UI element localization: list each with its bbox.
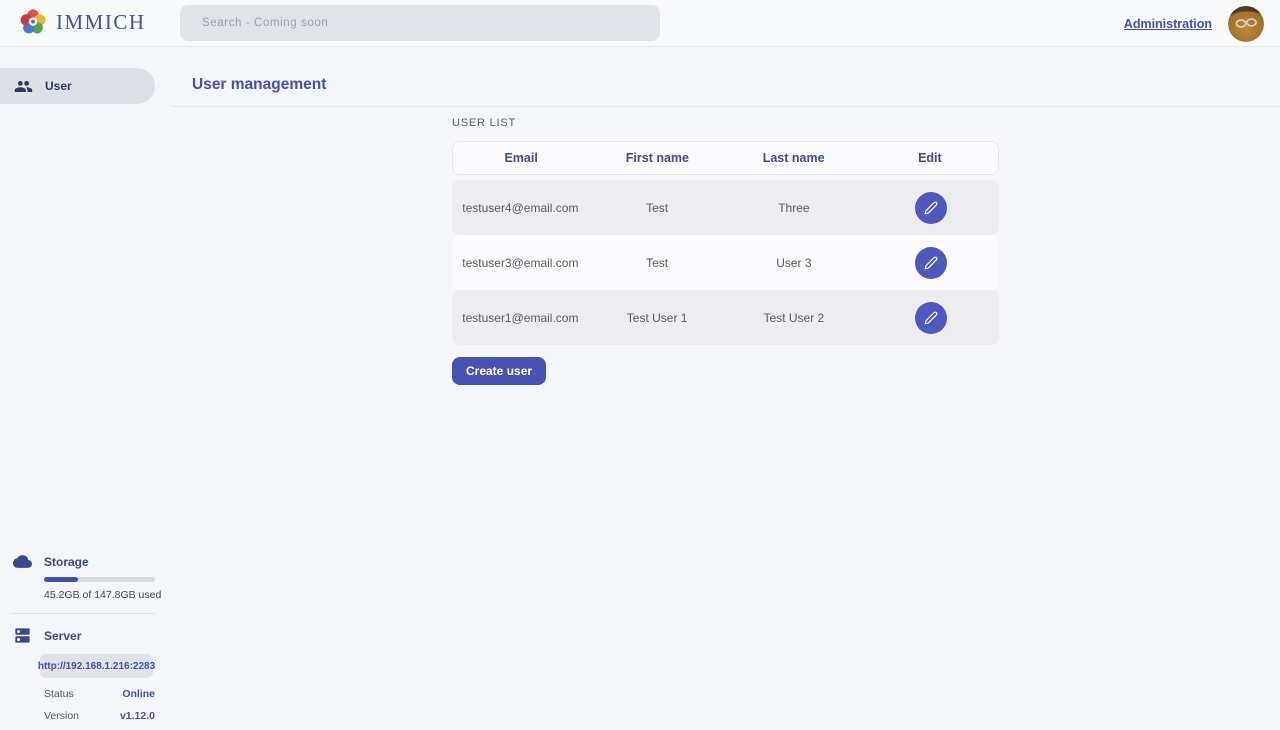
status-badge: Online — [122, 688, 155, 700]
users-icon — [14, 77, 33, 96]
topbar-right-group: Administration — [1124, 0, 1264, 47]
edit-user-button[interactable] — [915, 247, 947, 279]
storage-progress-bar — [44, 577, 155, 582]
sidebar-item-user-label: User — [45, 79, 72, 93]
sidebar-divider — [10, 613, 155, 614]
column-header-first-name: First name — [589, 151, 725, 165]
user-list-label: USER LIST — [452, 117, 516, 129]
server-section-header: Server — [0, 626, 170, 645]
version-label: Version — [44, 710, 79, 722]
cell-first-name: Test — [589, 256, 726, 270]
cell-last-name: Test User 2 — [726, 311, 863, 325]
column-header-email: Email — [453, 151, 589, 165]
immich-admin-screen: IMMICH Administration — [0, 0, 1280, 730]
storage-usage-text: 45.2GB of 147.8GB used — [44, 589, 170, 601]
storage-progress-fill — [44, 577, 78, 582]
page-title: User management — [192, 76, 326, 94]
title-divider — [171, 106, 1280, 107]
table-row: testuser3@email.com Test User 3 — [452, 235, 999, 290]
user-table-header: Email First name Last name Edit — [452, 141, 999, 175]
cell-first-name: Test — [589, 201, 726, 215]
immich-logo[interactable]: IMMICH — [18, 7, 146, 37]
pencil-icon — [924, 201, 938, 215]
cloud-icon — [13, 552, 32, 571]
cell-email: testuser1@email.com — [452, 311, 589, 325]
server-url-chip: http://192.168.1.216:2283 — [40, 654, 153, 678]
server-version-row: Version v1.12.0 — [44, 710, 155, 722]
column-header-last-name: Last name — [726, 151, 862, 165]
sidebar-item-user[interactable]: User — [0, 68, 155, 104]
server-status-row: Status Online — [44, 688, 155, 700]
search-input[interactable] — [180, 5, 660, 41]
edit-user-button[interactable] — [915, 302, 947, 334]
storage-section-header: Storage — [0, 552, 170, 571]
pencil-icon — [924, 311, 938, 325]
table-row: testuser1@email.com Test User 1 Test Use… — [452, 290, 999, 345]
create-user-button[interactable]: Create user — [452, 357, 546, 385]
administration-link[interactable]: Administration — [1124, 17, 1212, 31]
edit-user-button[interactable] — [915, 192, 947, 224]
sidebar: User Storage 45.2GB of 147.8GB used — [0, 47, 170, 730]
storage-title: Storage — [44, 555, 89, 569]
cell-first-name: Test User 1 — [589, 311, 726, 325]
user-table-body: testuser4@email.com Test Three testuser3… — [452, 180, 999, 345]
column-header-edit: Edit — [862, 151, 998, 165]
cell-last-name: User 3 — [726, 256, 863, 270]
top-navigation-bar: IMMICH Administration — [0, 0, 1280, 47]
immich-flower-icon — [18, 7, 48, 37]
pencil-icon — [924, 256, 938, 270]
table-row: testuser4@email.com Test Three — [452, 180, 999, 235]
status-label: Status — [44, 688, 74, 700]
server-icon — [13, 626, 32, 645]
version-value: v1.12.0 — [120, 710, 155, 722]
cell-email: testuser3@email.com — [452, 256, 589, 270]
server-title: Server — [44, 629, 81, 643]
cell-last-name: Three — [726, 201, 863, 215]
user-avatar[interactable] — [1228, 6, 1264, 42]
sidebar-info-panel: Storage 45.2GB of 147.8GB used Server ht… — [0, 552, 170, 722]
cell-email: testuser4@email.com — [452, 201, 589, 215]
brand-wordmark: IMMICH — [56, 10, 146, 35]
